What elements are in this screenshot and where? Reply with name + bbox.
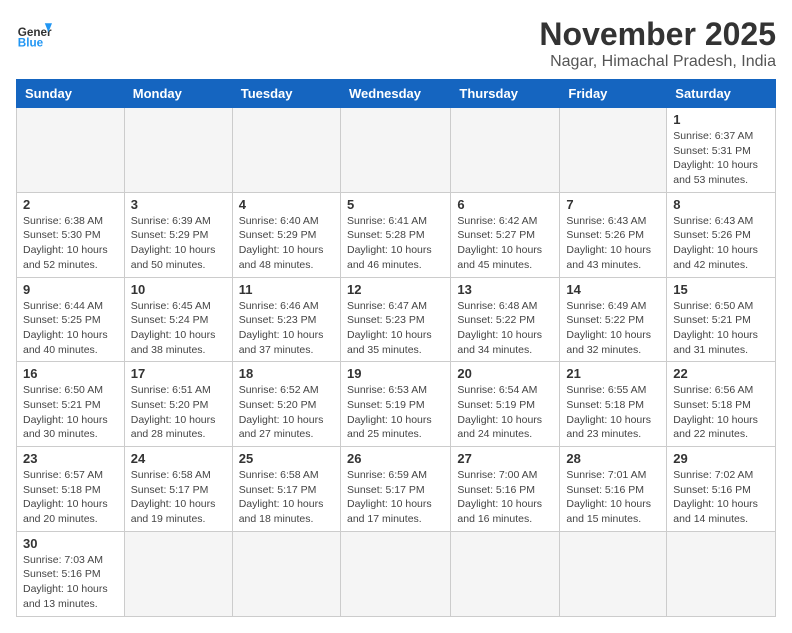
day-cell-26: 26 Sunrise: 6:59 AM Sunset: 5:17 PM Dayl… [340,447,450,532]
week-row-6: 30 Sunrise: 7:03 AM Sunset: 5:16 PM Dayl… [17,531,776,616]
header-saturday: Saturday [667,80,776,108]
day-cell-4: 4 Sunrise: 6:40 AM Sunset: 5:29 PM Dayli… [232,192,340,277]
day-cell-12: 12 Sunrise: 6:47 AM Sunset: 5:23 PM Dayl… [340,277,450,362]
day-cell-6: 6 Sunrise: 6:42 AM Sunset: 5:27 PM Dayli… [451,192,560,277]
day-cell-19: 19 Sunrise: 6:53 AM Sunset: 5:19 PM Dayl… [340,362,450,447]
day-cell-27: 27 Sunrise: 7:00 AM Sunset: 5:16 PM Dayl… [451,447,560,532]
day-cell-23: 23 Sunrise: 6:57 AM Sunset: 5:18 PM Dayl… [17,447,125,532]
sunrise-1: Sunrise: 6:37 AM [673,130,753,142]
day-cell-24: 24 Sunrise: 6:58 AM Sunset: 5:17 PM Dayl… [124,447,232,532]
day-cell-empty-3 [232,108,340,193]
header-sunday: Sunday [17,80,125,108]
header-wednesday: Wednesday [340,80,450,108]
day-cell-18: 18 Sunrise: 6:52 AM Sunset: 5:20 PM Dayl… [232,362,340,447]
day-cell-2: 2 Sunrise: 6:38 AM Sunset: 5:30 PM Dayli… [17,192,125,277]
title-block: November 2025 Nagar, Himachal Pradesh, I… [539,16,776,71]
daylight-2: Daylight: 10 hours and 52 minutes. [23,244,108,271]
header-tuesday: Tuesday [232,80,340,108]
day-cell-empty-10 [451,531,560,616]
day-cell-empty-9 [340,531,450,616]
day-cell-11: 11 Sunrise: 6:46 AM Sunset: 5:23 PM Dayl… [232,277,340,362]
day-cell-3: 3 Sunrise: 6:39 AM Sunset: 5:29 PM Dayli… [124,192,232,277]
day-cell-9: 9 Sunrise: 6:44 AM Sunset: 5:25 PM Dayli… [17,277,125,362]
logo: General Blue [16,16,52,52]
location-subtitle: Nagar, Himachal Pradesh, India [539,53,776,71]
day-cell-1: 1 Sunrise: 6:37 AM Sunset: 5:31 PM Dayli… [667,108,776,193]
sunset-1: Sunset: 5:31 PM [673,145,751,157]
day-cell-25: 25 Sunrise: 6:58 AM Sunset: 5:17 PM Dayl… [232,447,340,532]
weekday-header-row: Sunday Monday Tuesday Wednesday Thursday… [17,80,776,108]
header-monday: Monday [124,80,232,108]
sunset-2: Sunset: 5:30 PM [23,229,101,241]
day-cell-empty-11 [560,531,667,616]
day-cell-17: 17 Sunrise: 6:51 AM Sunset: 5:20 PM Dayl… [124,362,232,447]
page-header: General Blue November 2025 Nagar, Himach… [16,16,776,71]
day-cell-15: 15 Sunrise: 6:50 AM Sunset: 5:21 PM Dayl… [667,277,776,362]
day-cell-5: 5 Sunrise: 6:41 AM Sunset: 5:28 PM Dayli… [340,192,450,277]
day-cell-empty-6 [560,108,667,193]
week-row-4: 16 Sunrise: 6:50 AM Sunset: 5:21 PM Dayl… [17,362,776,447]
header-friday: Friday [560,80,667,108]
week-row-1: 1 Sunrise: 6:37 AM Sunset: 5:31 PM Dayli… [17,108,776,193]
day-cell-20: 20 Sunrise: 6:54 AM Sunset: 5:19 PM Dayl… [451,362,560,447]
day-cell-30: 30 Sunrise: 7:03 AM Sunset: 5:16 PM Dayl… [17,531,125,616]
day-cell-empty-12 [667,531,776,616]
day-cell-13: 13 Sunrise: 6:48 AM Sunset: 5:22 PM Dayl… [451,277,560,362]
calendar-table: Sunday Monday Tuesday Wednesday Thursday… [16,79,776,617]
week-row-5: 23 Sunrise: 6:57 AM Sunset: 5:18 PM Dayl… [17,447,776,532]
day-cell-8: 8 Sunrise: 6:43 AM Sunset: 5:26 PM Dayli… [667,192,776,277]
week-row-2: 2 Sunrise: 6:38 AM Sunset: 5:30 PM Dayli… [17,192,776,277]
week-row-3: 9 Sunrise: 6:44 AM Sunset: 5:25 PM Dayli… [17,277,776,362]
day-cell-empty-4 [340,108,450,193]
daylight-1: Daylight: 10 hours and 53 minutes. [673,159,758,186]
svg-text:Blue: Blue [18,37,44,50]
day-cell-22: 22 Sunrise: 6:56 AM Sunset: 5:18 PM Dayl… [667,362,776,447]
day-cell-empty-5 [451,108,560,193]
day-cell-21: 21 Sunrise: 6:55 AM Sunset: 5:18 PM Dayl… [560,362,667,447]
day-cell-10: 10 Sunrise: 6:45 AM Sunset: 5:24 PM Dayl… [124,277,232,362]
generalblue-logo-icon: General Blue [16,16,52,52]
day-cell-7: 7 Sunrise: 6:43 AM Sunset: 5:26 PM Dayli… [560,192,667,277]
month-year-title: November 2025 [539,16,776,53]
day-cell-29: 29 Sunrise: 7:02 AM Sunset: 5:16 PM Dayl… [667,447,776,532]
day-cell-16: 16 Sunrise: 6:50 AM Sunset: 5:21 PM Dayl… [17,362,125,447]
day-cell-empty-2 [124,108,232,193]
day-cell-empty-1 [17,108,125,193]
day-cell-28: 28 Sunrise: 7:01 AM Sunset: 5:16 PM Dayl… [560,447,667,532]
sunrise-2: Sunrise: 6:38 AM [23,215,103,227]
day-cell-empty-7 [124,531,232,616]
header-thursday: Thursday [451,80,560,108]
day-cell-14: 14 Sunrise: 6:49 AM Sunset: 5:22 PM Dayl… [560,277,667,362]
day-cell-empty-8 [232,531,340,616]
